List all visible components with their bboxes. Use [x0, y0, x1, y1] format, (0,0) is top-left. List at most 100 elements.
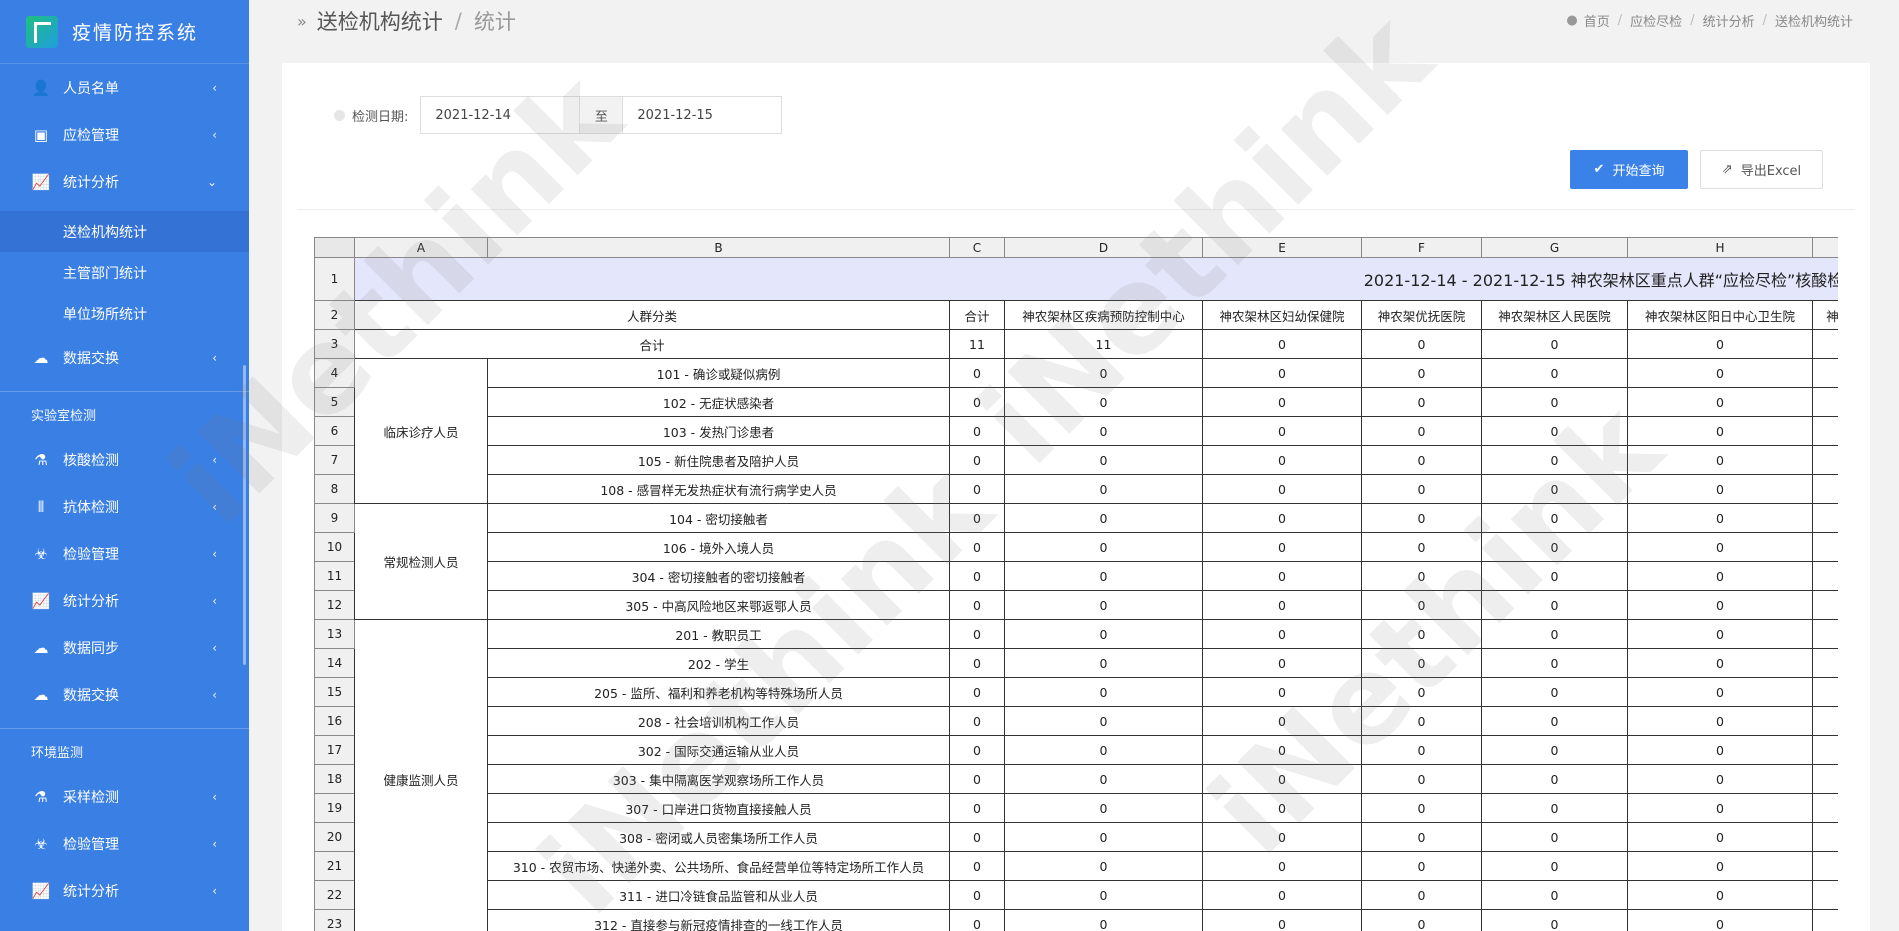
table-cell[interactable]: 0	[1481, 619, 1628, 649]
table-cell[interactable]: 0	[949, 880, 1005, 910]
table-cell[interactable]: 0	[949, 706, 1005, 736]
category-label-cell[interactable]: 304 - 密切接触者的密切接触者	[487, 561, 950, 591]
table-cell[interactable]	[1812, 474, 1838, 504]
start-date-input[interactable]	[421, 97, 580, 133]
table-cell[interactable]: 0	[1627, 474, 1813, 504]
column-header[interactable]: D	[1004, 237, 1203, 258]
table-cell[interactable]: 0	[949, 677, 1005, 707]
row-number[interactable]: 21	[314, 851, 355, 881]
category-label-cell[interactable]: 310 - 农贸市场、快递外卖、公共场所、食品经营单位等特定场所工作人员	[487, 851, 950, 881]
table-cell[interactable]: 0	[1481, 416, 1628, 446]
sheet-title-cell[interactable]: 2021-12-14 - 2021-12-15 神农架林区重点人群“应检尽检”核…	[354, 257, 1838, 301]
category-label-cell[interactable]: 106 - 境外入境人员	[487, 532, 950, 562]
row-number[interactable]: 14	[314, 648, 355, 678]
category-label-cell[interactable]: 305 - 中高风险地区来鄂返鄂人员	[487, 590, 950, 620]
table-cell[interactable]: 0	[1627, 909, 1813, 931]
table-cell[interactable]: 0	[1361, 387, 1482, 417]
table-cell[interactable]	[1812, 329, 1838, 359]
table-cell[interactable]: 0	[1004, 880, 1203, 910]
table-cell[interactable]: 11	[949, 329, 1005, 359]
table-cell[interactable]: 0	[949, 735, 1005, 765]
table-cell[interactable]	[1812, 880, 1838, 910]
sidebar-item[interactable]: ⚗ 采样检测 ‹	[0, 773, 249, 820]
table-cell[interactable]	[1812, 445, 1838, 475]
table-cell[interactable]: 0	[1202, 822, 1362, 852]
table-cell[interactable]: 0	[949, 416, 1005, 446]
table-cell[interactable]: 0	[1627, 880, 1813, 910]
table-cell[interactable]: 0	[1202, 445, 1362, 475]
table-cell[interactable]: 0	[1004, 474, 1203, 504]
table-cell[interactable]: 0	[1361, 706, 1482, 736]
row-number[interactable]: 15	[314, 677, 355, 707]
table-cell[interactable]	[1812, 764, 1838, 794]
sidebar-item[interactable]: 📈 统计分析 ⌄	[0, 158, 249, 205]
table-cell[interactable]: 0	[949, 648, 1005, 678]
table-cell[interactable]: 0	[949, 619, 1005, 649]
table-cell[interactable]: 0	[1004, 648, 1203, 678]
row-number[interactable]: 22	[314, 880, 355, 910]
org-header-cell[interactable]: 神农架林区人民医院	[1481, 300, 1628, 330]
column-header[interactable]: C	[949, 237, 1005, 258]
table-cell[interactable]: 0	[1361, 648, 1482, 678]
table-cell[interactable]: 0	[1361, 880, 1482, 910]
table-cell[interactable]: 0	[1361, 619, 1482, 649]
table-cell[interactable]: 0	[1004, 503, 1203, 533]
table-cell[interactable]: 0	[1627, 735, 1813, 765]
table-cell[interactable]: 0	[1004, 532, 1203, 562]
category-label-cell[interactable]: 101 - 确诊或疑似病例	[487, 358, 950, 388]
table-cell[interactable]: 0	[1361, 358, 1482, 388]
sidebar-subitem[interactable]: 单位场所统计	[0, 293, 249, 334]
category-label-cell[interactable]: 103 - 发热门诊患者	[487, 416, 950, 446]
table-cell[interactable]: 0	[1361, 590, 1482, 620]
table-cell[interactable]: 0	[1004, 590, 1203, 620]
sidebar-item[interactable]: ☣ 检验管理 ‹	[0, 820, 249, 867]
table-cell[interactable]: 0	[949, 445, 1005, 475]
table-cell[interactable]: 0	[949, 358, 1005, 388]
table-cell[interactable]: 0	[1004, 358, 1203, 388]
table-cell[interactable]: 0	[1627, 822, 1813, 852]
table-cell[interactable]: 0	[1004, 416, 1203, 446]
sidebar-item[interactable]: ☁ 数据交换 ‹	[0, 334, 249, 381]
table-cell[interactable]: 0	[949, 387, 1005, 417]
row-number[interactable]: 12	[314, 590, 355, 620]
table-cell[interactable]: 0	[1202, 677, 1362, 707]
table-cell[interactable]: 0	[1202, 503, 1362, 533]
table-cell[interactable]: 0	[1004, 822, 1203, 852]
table-cell[interactable]: 0	[1481, 909, 1628, 931]
table-cell[interactable]: 0	[1004, 706, 1203, 736]
sheet-corner[interactable]	[314, 237, 355, 258]
table-cell[interactable]: 11	[1004, 329, 1203, 359]
org-header-cell[interactable]: 神农架林区阳日中心卫生院	[1627, 300, 1813, 330]
category-label-cell[interactable]: 308 - 密闭或人员密集场所工作人员	[487, 822, 950, 852]
table-cell[interactable]: 0	[1361, 474, 1482, 504]
table-cell[interactable]: 0	[1202, 358, 1362, 388]
sidebar-item[interactable]: ⚗ 核酸检测 ‹	[0, 436, 249, 483]
row-number[interactable]: 13	[314, 619, 355, 649]
category-label-cell[interactable]: 303 - 集中隔离医学观察场所工作人员	[487, 764, 950, 794]
table-cell[interactable]: 0	[1481, 590, 1628, 620]
table-cell[interactable]: 0	[1202, 387, 1362, 417]
row-number[interactable]: 17	[314, 735, 355, 765]
table-cell[interactable]	[1812, 532, 1838, 562]
export-excel-button[interactable]: ⇗ 导出Excel	[1700, 150, 1823, 189]
table-cell[interactable]: 0	[949, 822, 1005, 852]
sidebar-item[interactable]: 📈 统计分析 ‹	[0, 867, 249, 914]
table-cell[interactable]	[1812, 416, 1838, 446]
table-cell[interactable]: 0	[1004, 445, 1203, 475]
table-cell[interactable]: 0	[1361, 851, 1482, 881]
category-label-cell[interactable]: 201 - 教职员工	[487, 619, 950, 649]
table-cell[interactable]: 0	[1481, 764, 1628, 794]
table-cell[interactable]: 0	[1361, 909, 1482, 931]
table-cell[interactable]: 0	[1627, 706, 1813, 736]
row-number[interactable]: 16	[314, 706, 355, 736]
table-cell[interactable]: 0	[1481, 677, 1628, 707]
sidebar-item[interactable]: ▣ 应检管理 ‹	[0, 111, 249, 158]
row-number[interactable]: 23	[314, 909, 355, 931]
table-cell[interactable]: 0	[1361, 503, 1482, 533]
table-cell[interactable]	[1812, 561, 1838, 591]
table-cell[interactable]: 0	[1004, 387, 1203, 417]
table-cell[interactable]: 0	[1202, 329, 1362, 359]
org-header-cell[interactable]: 神农架林区疾病预防控制中心	[1004, 300, 1203, 330]
table-cell[interactable]: 0	[949, 503, 1005, 533]
total-header-cell[interactable]: 合计	[949, 300, 1005, 330]
